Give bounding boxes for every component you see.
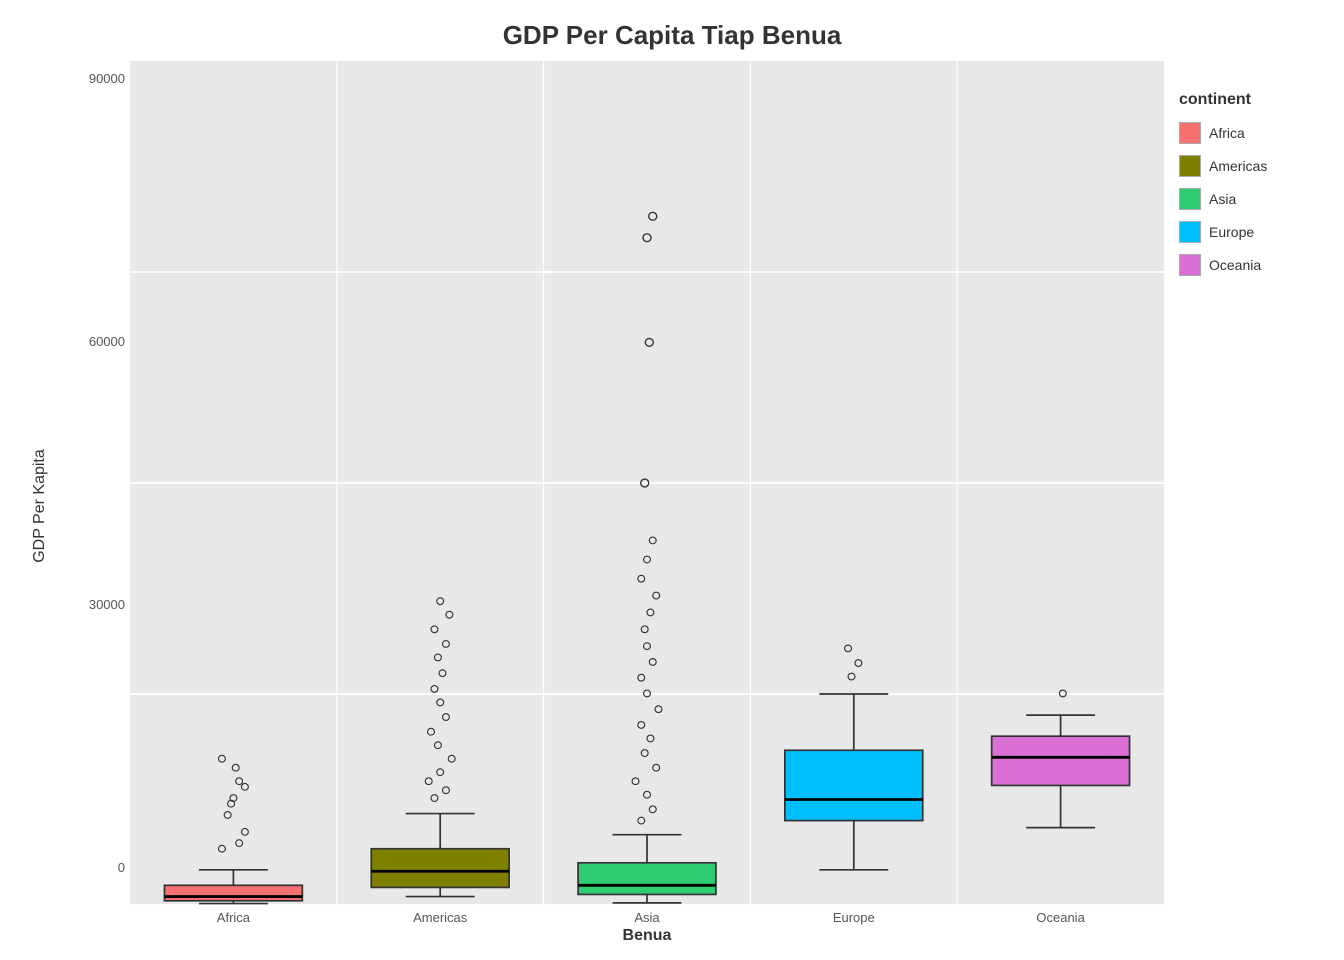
y-tick: 90000 [89, 71, 125, 86]
legend-item: Asia [1179, 188, 1309, 210]
legend-label: Africa [1209, 125, 1245, 141]
chart-body: GDP Per Kapita 90000 60000 30000 0 [20, 61, 1324, 950]
legend-label: Europe [1209, 224, 1254, 240]
x-tick: Europe [750, 910, 957, 925]
plot-svg [130, 61, 1164, 905]
legend-item: Americas [1179, 155, 1309, 177]
x-axis-label: Benua [130, 925, 1164, 950]
legend-swatch [1179, 221, 1201, 243]
legend-swatch [1179, 254, 1201, 276]
legend-item: Africa [1179, 122, 1309, 144]
chart-title: GDP Per Capita Tiap Benua [503, 20, 842, 51]
plot-area-container: 90000 60000 30000 0 [60, 61, 1164, 950]
y-tick: 0 [118, 860, 125, 875]
y-tick: 60000 [89, 334, 125, 349]
legend-label: Americas [1209, 158, 1267, 174]
legend-swatch [1179, 122, 1201, 144]
chart-container: GDP Per Capita Tiap Benua GDP Per Kapita… [0, 0, 1344, 960]
x-tick: Oceania [957, 910, 1164, 925]
plot-and-yaxis: 90000 60000 30000 0 [60, 61, 1164, 905]
legend: continent Africa Americas Asia Europe Oceani… [1164, 81, 1324, 950]
y-axis-label-container: GDP Per Kapita [20, 61, 60, 950]
legend-item: Europe [1179, 221, 1309, 243]
y-tick: 30000 [89, 597, 125, 612]
x-tick: Americas [337, 910, 544, 925]
legend-title: continent [1179, 91, 1309, 109]
legend-label: Asia [1209, 191, 1236, 207]
x-tick: Africa [130, 910, 337, 925]
x-axis: AfricaAmericasAsiaEuropeOceania [130, 905, 1164, 925]
legend-item: Oceania [1179, 254, 1309, 276]
y-axis: 90000 60000 30000 0 [60, 61, 130, 905]
plot-area [130, 61, 1164, 905]
legend-label: Oceania [1209, 257, 1261, 273]
legend-swatch [1179, 188, 1201, 210]
y-axis-label: GDP Per Kapita [31, 449, 49, 563]
legend-swatch [1179, 155, 1201, 177]
x-tick: Asia [544, 910, 751, 925]
